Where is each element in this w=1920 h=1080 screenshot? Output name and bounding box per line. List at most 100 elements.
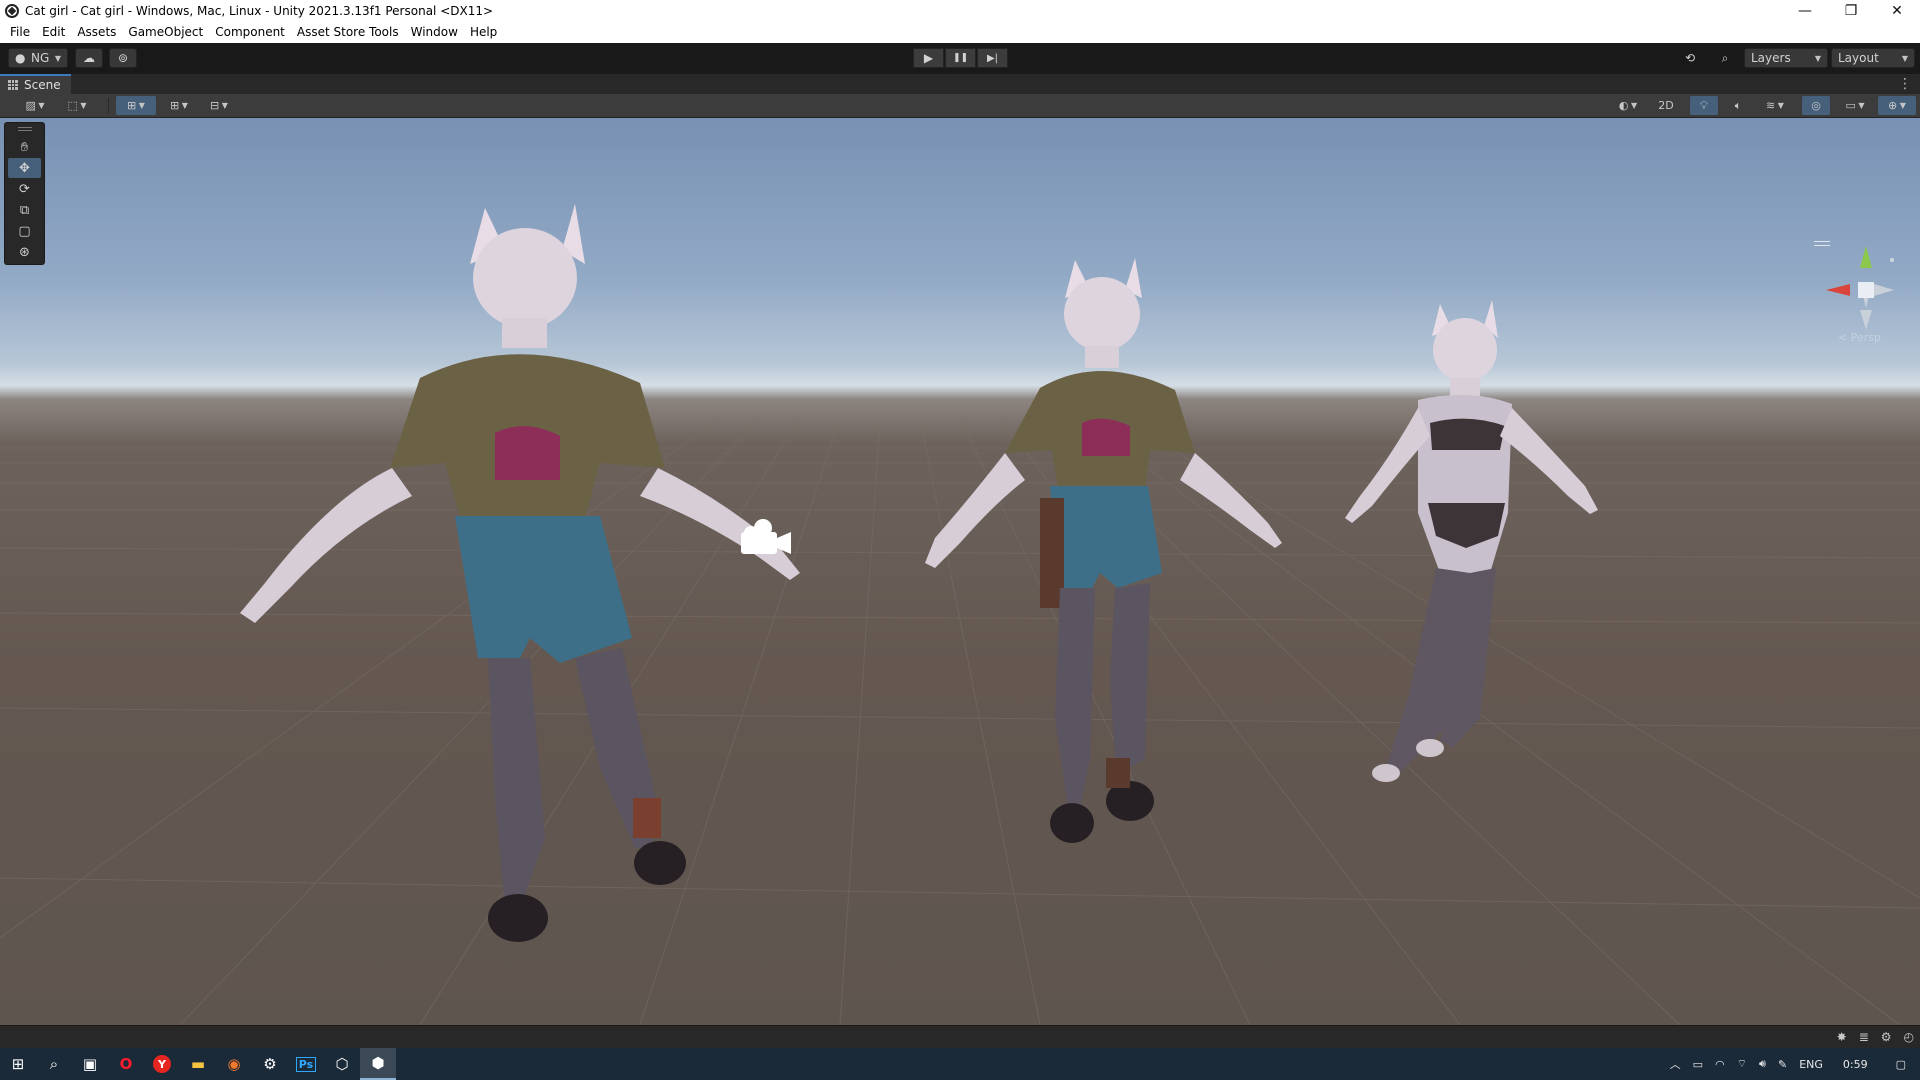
menu-edit[interactable]: Edit <box>36 22 71 43</box>
scale-tool[interactable]: ⧉ <box>8 200 41 220</box>
status-bar: ✸ ≣ ⚙ ◴ <box>0 1025 1920 1048</box>
transform-tool[interactable]: ⊛ <box>8 242 41 262</box>
rect-tool[interactable]: ▢ <box>8 221 41 241</box>
grid-snapping-toggle[interactable]: ⊞ ▼ <box>116 96 156 115</box>
drag-handle[interactable] <box>18 127 32 131</box>
menu-file[interactable]: File <box>4 22 36 43</box>
mode-2d-toggle[interactable]: 2D <box>1652 96 1680 115</box>
volume-icon[interactable]: 🔊︎ <box>1753 1057 1772 1071</box>
increment-snapping-dropdown[interactable]: ⊟ ▼ <box>200 96 238 115</box>
yandex-icon: Y <box>153 1055 171 1073</box>
grid-icon: ⊞ <box>170 99 180 112</box>
settings-app[interactable]: ⚙ <box>252 1048 288 1080</box>
folder-icon: ▬ <box>190 1055 206 1073</box>
task-view-button[interactable]: ▣ <box>72 1048 108 1080</box>
menu-assets[interactable]: Assets <box>71 22 122 43</box>
main-toolbar: ● NG ▼ ☁ ⊚ ▶ ❚❚ ▶| ⟲ ⌕ Layers ▼ Layout ▼ <box>0 43 1920 73</box>
grid-visibility-dropdown[interactable]: ⊞ ▼ <box>160 96 198 115</box>
minimize-button[interactable]: — <box>1782 0 1828 22</box>
unity-icon: ⬢ <box>371 1054 385 1072</box>
blender-icon: ◉ <box>227 1055 241 1073</box>
photoshop-app[interactable]: Ps <box>288 1048 324 1080</box>
character-model-middle[interactable] <box>925 258 1282 843</box>
projection-label[interactable]: < Persp <box>1838 331 1881 344</box>
grid-snap-icon: ⊞ <box>127 99 137 112</box>
camera-settings-dropdown[interactable]: ▭ ▼ <box>1836 96 1874 115</box>
collab-button[interactable]: ⊚ <box>109 48 137 68</box>
shading-dropdown[interactable]: ◐ ▼ <box>1610 96 1646 115</box>
blender-app[interactable]: ◉ <box>216 1048 252 1080</box>
network-icon[interactable]: ◠ <box>1709 1058 1731 1071</box>
menu-window[interactable]: Window <box>405 22 464 43</box>
character-model-right[interactable] <box>1345 300 1598 782</box>
scene-visibility-toggle[interactable]: ◎ <box>1802 96 1830 115</box>
tab-scene[interactable]: Scene <box>0 73 71 95</box>
step-icon: ▶| <box>986 52 999 64</box>
draw-mode-dropdown[interactable]: ▨ ▼ <box>16 96 54 115</box>
menu-component[interactable]: Component <box>209 22 291 43</box>
pen-icon[interactable]: ✎ <box>1772 1058 1793 1071</box>
step-button[interactable]: ▶| <box>977 48 1008 68</box>
unity-editor-app[interactable]: ⬢ <box>360 1048 396 1080</box>
play-button[interactable]: ▶ <box>913 48 944 68</box>
unity-hub-icon: ⬡ <box>335 1055 349 1073</box>
move-arrows-icon: ✥ <box>19 160 30 176</box>
chevron-up-icon[interactable]: ︿ <box>1664 1056 1687 1072</box>
restore-button[interactable]: ❐ <box>1828 0 1874 22</box>
lighting-toggle[interactable]: 💡︎ <box>1690 96 1718 115</box>
menu-bar: File Edit Assets GameObject Component As… <box>0 22 1920 43</box>
unity-hub-app[interactable]: ⬡ <box>324 1048 360 1080</box>
search-button[interactable]: ⌕ <box>1711 48 1739 68</box>
rotate-tool[interactable]: ⟳ <box>8 179 41 199</box>
audio-toggle[interactable]: 🔈︎ <box>1724 96 1752 115</box>
window-controls: — ❐ ✕ <box>1782 0 1920 22</box>
more-options-icon[interactable]: ⋮ <box>1898 76 1912 92</box>
scene-viewport[interactable]: < Persp <box>0 118 1920 1025</box>
battery-icon[interactable]: ▭ <box>1687 1058 1709 1071</box>
menu-asset-store-tools[interactable]: Asset Store Tools <box>291 22 405 43</box>
notification-icon[interactable]: ▢ <box>1882 1058 1920 1071</box>
account-dropdown[interactable]: ● NG ▼ <box>8 48 68 68</box>
effects-dropdown[interactable]: ≋ ▼ <box>1756 96 1794 115</box>
start-button[interactable]: ⊞ <box>0 1048 36 1080</box>
close-button[interactable]: ✕ <box>1874 0 1920 22</box>
chevron-down-icon: ▼ <box>136 101 145 110</box>
clock[interactable]: 0:59 <box>1829 1058 1882 1071</box>
cloud-button[interactable]: ☁ <box>75 48 103 68</box>
move-tool[interactable]: ✥ <box>8 158 41 178</box>
pause-button[interactable]: ❚❚ <box>945 48 976 68</box>
scene-camera-icon[interactable] <box>735 516 795 558</box>
menu-gameobject[interactable]: GameObject <box>122 22 209 43</box>
bug-icon[interactable]: ⚙ <box>1881 1030 1892 1044</box>
menu-help[interactable]: Help <box>464 22 503 43</box>
ground-grid <box>0 204 1920 1025</box>
undo-history-button[interactable]: ⟲ <box>1676 48 1704 68</box>
chevron-down-icon: ▼ <box>1855 101 1865 110</box>
hand-tool[interactable]: ✋︎ <box>8 137 41 157</box>
render-mode-dropdown[interactable]: ⬚ ▼ <box>58 96 96 115</box>
transform-icon: ⊛ <box>19 244 30 260</box>
wifi-icon[interactable]: ⌔ <box>1731 1057 1753 1071</box>
yandex-app[interactable]: Y <box>144 1048 180 1080</box>
hand-icon: ✋︎ <box>20 139 29 155</box>
account-label: NG <box>31 51 50 65</box>
search-taskbar-button[interactable]: ⌕ <box>36 1048 72 1080</box>
play-controls: ▶ ❚❚ ▶| <box>913 48 1009 68</box>
character-model-left[interactable] <box>240 204 800 942</box>
opera-app[interactable]: O <box>108 1048 144 1080</box>
tools-overlay: ✋︎ ✥ ⟳ ⧉ ▢ ⊛ <box>4 122 45 265</box>
debug-icon[interactable]: ✸ <box>1837 1030 1847 1044</box>
file-explorer-app[interactable]: ▬ <box>180 1048 216 1080</box>
windows-logo-icon: ⊞ <box>11 1055 25 1073</box>
gizmos-dropdown[interactable]: ⊕ ▼ <box>1878 96 1916 115</box>
chevron-down-icon: ▼ <box>35 101 45 110</box>
layers-dropdown[interactable]: Layers ▼ <box>1744 48 1828 68</box>
check-circle-icon[interactable]: ◴ <box>1904 1030 1914 1044</box>
stack-icon[interactable]: ≣ <box>1859 1030 1869 1044</box>
language-indicator[interactable]: ENG <box>1793 1058 1829 1071</box>
play-icon: ▶ <box>923 51 934 65</box>
layout-dropdown[interactable]: Layout ▼ <box>1831 48 1915 68</box>
eye-slash-icon: ◎ <box>1811 99 1821 112</box>
rect-icon: ▢ <box>18 223 31 239</box>
search-icon: ⌕ <box>49 1055 59 1073</box>
